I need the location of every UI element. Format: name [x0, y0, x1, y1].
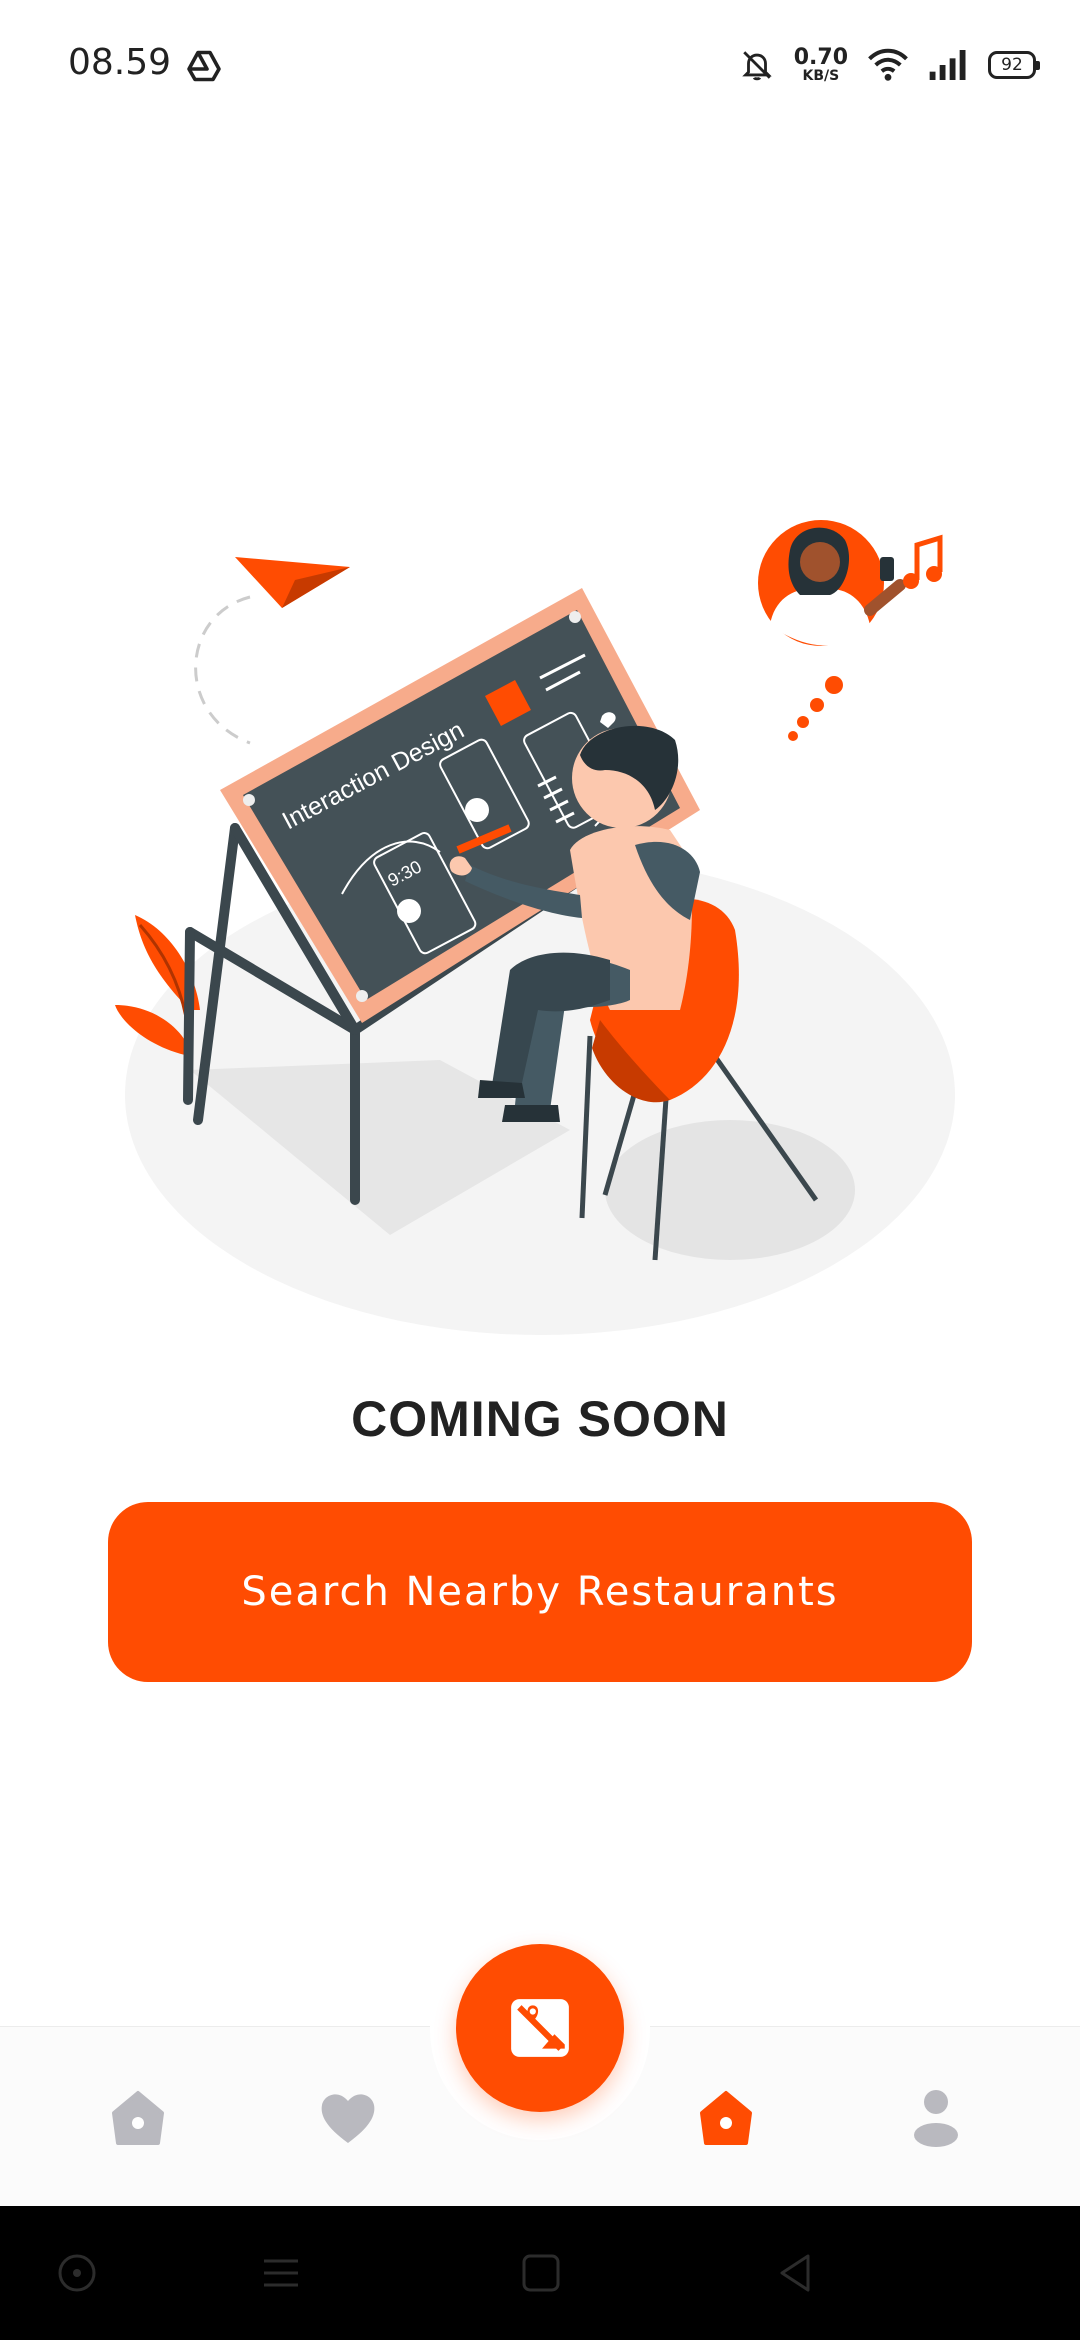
assistant-icon[interactable]	[52, 2248, 102, 2298]
gallery-fab[interactable]	[456, 1944, 624, 2112]
interaction-design-illustration: Interaction Design 9:30	[115, 520, 955, 1335]
gallery-icon	[511, 1999, 569, 2057]
wifi-icon	[868, 48, 908, 81]
music-note-icon	[903, 534, 943, 589]
battery-icon: 92	[988, 51, 1040, 79]
network-speed-unit: KB/S	[802, 68, 840, 84]
menu-icon[interactable]	[256, 2248, 306, 2298]
system-navigation-bar	[0, 2206, 1080, 2340]
network-speed-value: 0.70	[793, 45, 848, 70]
network-speed: 0.70 KB/S	[793, 45, 848, 84]
back-icon[interactable]	[770, 2248, 820, 2298]
search-nearby-restaurants-button[interactable]: Search Nearby Restaurants	[108, 1502, 972, 1682]
caller-avatar	[758, 520, 906, 646]
drive-icon	[187, 50, 221, 82]
heart-icon[interactable]	[316, 2085, 380, 2149]
profile-icon[interactable]	[904, 2085, 968, 2149]
coming-soon-heading: COMING SOON	[351, 1391, 729, 1447]
home-square-icon[interactable]	[516, 2248, 566, 2298]
signal-icon	[929, 50, 966, 80]
home-icon[interactable]	[694, 2085, 758, 2149]
status-right: 0.70 KB/S 92	[740, 40, 1040, 90]
thought-dots	[788, 676, 843, 741]
paper-plane-icon	[235, 557, 350, 608]
battery-level: 92	[1001, 55, 1023, 75]
bell-off-icon	[741, 51, 772, 81]
home-outline-icon[interactable]	[106, 2085, 170, 2149]
status-time: 08.59	[68, 42, 172, 83]
status-bar: 08.59 0.70 KB/S 92	[0, 0, 1080, 130]
